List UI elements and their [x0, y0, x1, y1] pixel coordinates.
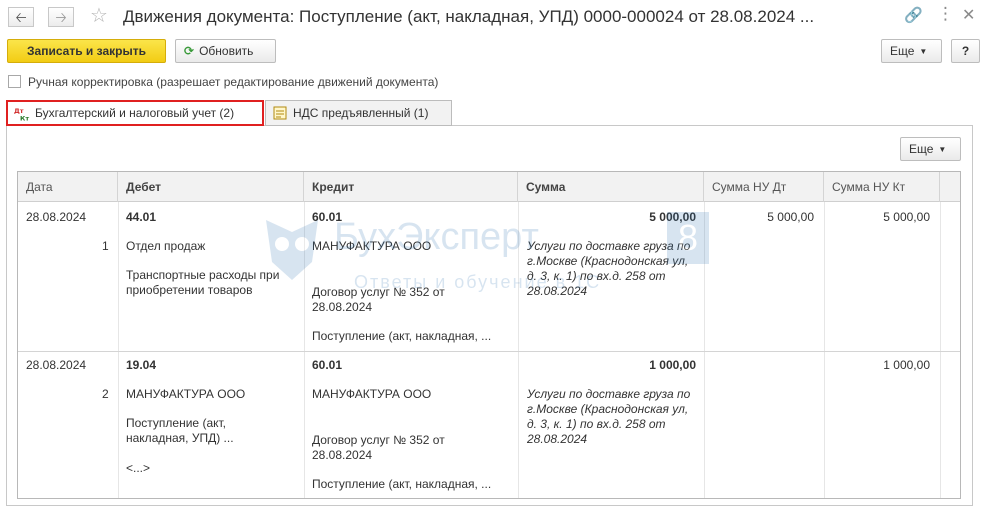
- credit-subconto-3: Поступление (акт, накладная, ...: [312, 329, 492, 343]
- refresh-icon: ⟳: [184, 44, 195, 58]
- dt-kt-icon: Дт Кт: [14, 107, 29, 122]
- help-button[interactable]: ?: [951, 39, 980, 63]
- back-button[interactable]: 🡠: [8, 7, 34, 27]
- credit-subconto-2: Договор услуг № 352 от 28.08.2024: [312, 433, 445, 462]
- row-date: 28.08.2024: [26, 358, 87, 372]
- row-separator: [18, 351, 960, 352]
- column-date[interactable]: Дата: [18, 172, 118, 202]
- credit-subconto-1: МАНУФАКТУРА ООО: [312, 239, 432, 253]
- more-label: Еще: [890, 44, 915, 58]
- favorite-star-icon[interactable]: ☆: [90, 5, 108, 27]
- credit-subconto-1: МАНУФАКТУРА ООО: [312, 387, 432, 401]
- manual-adjustment-checkbox[interactable]: [8, 75, 21, 88]
- tab-label: НДС предъявленный (1): [293, 106, 429, 120]
- row-number: 1: [102, 239, 109, 253]
- row-nu-dt: 5 000,00: [767, 210, 814, 224]
- row-nu-kt: 1 000,00: [883, 358, 930, 372]
- title-bar: 🡠 🡢 ☆ Движения документа: Поступление (а…: [0, 0, 987, 34]
- row-amount: 1 000,00: [649, 358, 696, 372]
- panel-more-button[interactable]: Еще ▼: [900, 137, 961, 161]
- more-button[interactable]: Еще ▼: [881, 39, 942, 63]
- forward-button[interactable]: 🡢: [48, 7, 74, 27]
- column-debit[interactable]: Дебет: [118, 172, 304, 202]
- arrow-right-icon: 🡢: [55, 9, 67, 25]
- page-title: Движения документа: Поступление (акт, на…: [123, 7, 815, 26]
- column-nu-dt[interactable]: Сумма НУ Дт: [704, 172, 824, 202]
- credit-account: 60.01: [312, 210, 343, 224]
- row-content: Услуги по доставке груза по г.Москве (Кр…: [527, 387, 691, 446]
- save-and-close-button[interactable]: Записать и закрыть: [7, 39, 166, 63]
- manual-adjustment-label[interactable]: Ручная корректировка (разрешает редактир…: [28, 74, 438, 90]
- debit-subconto-2: Поступление (акт, накладная, УПД) ...: [126, 416, 234, 445]
- tab-accounting[interactable]: Дт Кт Бухгалтерский и налоговый учет (2): [6, 100, 264, 126]
- tab-vat-presented[interactable]: НДС предъявленный (1): [265, 100, 452, 126]
- link-icon[interactable]: 🔗: [904, 7, 923, 25]
- credit-account: 60.01: [312, 358, 343, 372]
- debit-account: 19.04: [126, 358, 157, 372]
- credit-subconto-3: Поступление (акт, накладная, ...: [312, 477, 492, 491]
- column-amount[interactable]: Сумма: [518, 172, 704, 202]
- credit-subconto-2: Договор услуг № 352 от 28.08.2024: [312, 285, 445, 314]
- debit-subconto-2: Транспортные расходы при приобретении то…: [126, 268, 280, 297]
- svg-text:Кт: Кт: [20, 115, 29, 122]
- refresh-button[interactable]: ⟳ Обновить: [175, 39, 276, 63]
- more-vertical-icon[interactable]: ⋮: [937, 5, 954, 23]
- debit-subconto-1: МАНУФАКТУРА ООО: [126, 387, 246, 401]
- row-date: 28.08.2024: [26, 210, 87, 224]
- more-label: Еще: [909, 142, 934, 156]
- debit-account: 44.01: [126, 210, 157, 224]
- row-amount: 5 000,00: [649, 210, 696, 224]
- debit-subconto-3: <...>: [126, 461, 151, 475]
- arrow-left-icon: 🡠: [15, 9, 27, 25]
- register-icon: [273, 106, 287, 120]
- close-icon[interactable]: ✕: [962, 7, 975, 25]
- chevron-down-icon: ▼: [919, 47, 928, 56]
- column-nu-kt[interactable]: Сумма НУ Кт: [824, 172, 940, 202]
- column-credit[interactable]: Кредит: [304, 172, 518, 202]
- table-header: Дата Дебет Кредит Сумма Сумма НУ Дт Сумм…: [18, 172, 960, 202]
- tab-label: Бухгалтерский и налоговый учет (2): [35, 106, 235, 120]
- row-content: Услуги по доставке груза по г.Москве (Кр…: [527, 239, 691, 298]
- row-nu-kt: 5 000,00: [883, 210, 930, 224]
- row-number: 2: [102, 387, 109, 401]
- refresh-label: Обновить: [199, 44, 254, 58]
- chevron-down-icon: ▼: [938, 145, 947, 154]
- debit-subconto-1: Отдел продаж: [126, 239, 206, 253]
- entries-table[interactable]: Дата Дебет Кредит Сумма Сумма НУ Дт Сумм…: [17, 171, 961, 499]
